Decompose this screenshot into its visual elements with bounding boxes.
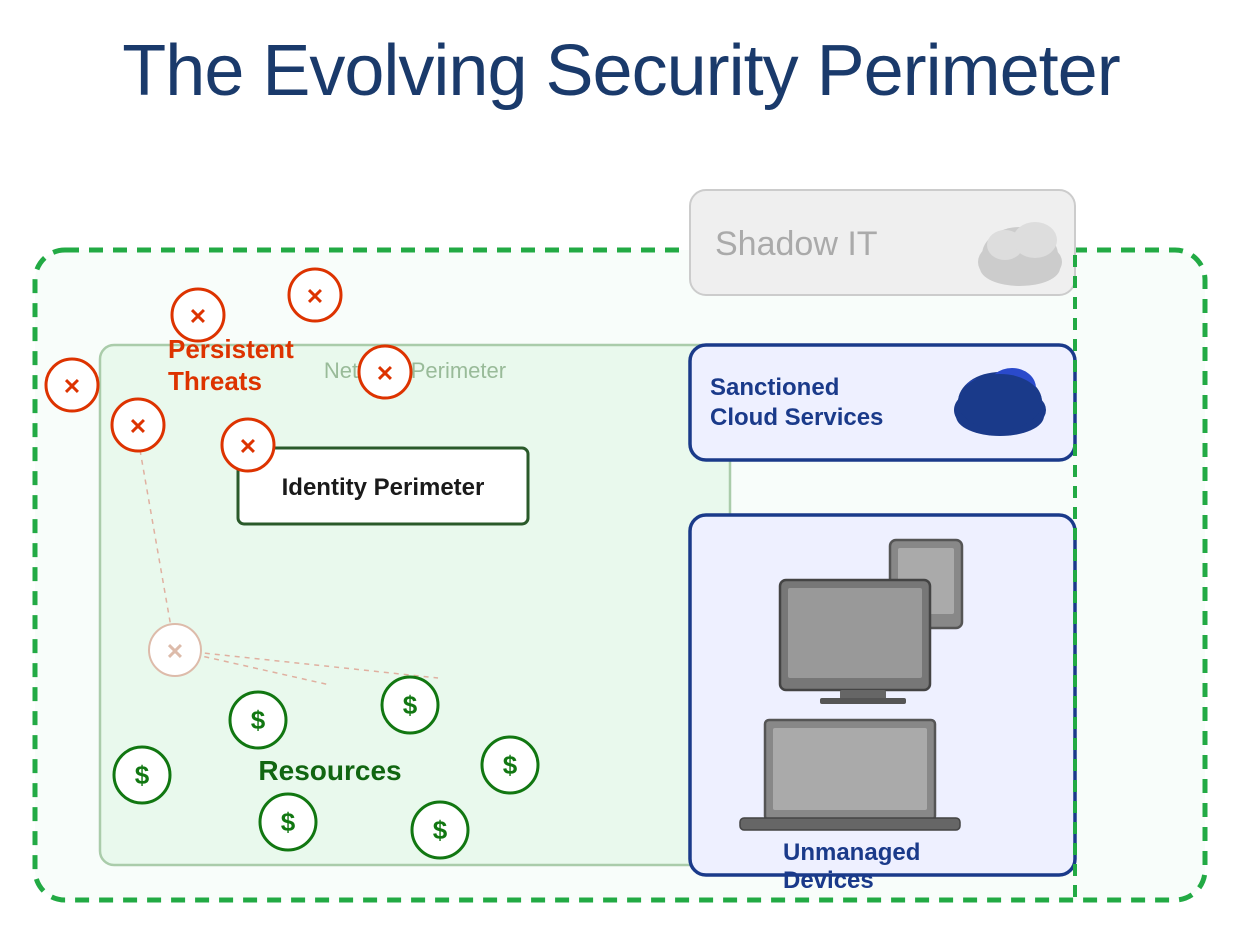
svg-text:$: $ bbox=[433, 815, 448, 845]
svg-text:$: $ bbox=[403, 690, 418, 720]
svg-text:✕: ✕ bbox=[63, 374, 81, 399]
network-perimeter-rect bbox=[100, 345, 730, 865]
svg-text:✕: ✕ bbox=[129, 414, 147, 439]
sanctioned-label-1: Sanctioned bbox=[710, 374, 839, 401]
svg-text:$: $ bbox=[281, 807, 296, 837]
svg-text:$: $ bbox=[135, 760, 150, 790]
network-perimeter-label: Network Perimeter bbox=[324, 358, 506, 383]
sanctioned-label-2: Cloud Services bbox=[710, 404, 883, 431]
svg-text:✕: ✕ bbox=[306, 284, 324, 309]
page-title: The Evolving Security Perimeter bbox=[0, 0, 1242, 132]
svg-text:$: $ bbox=[251, 705, 266, 735]
svg-text:✕: ✕ bbox=[189, 304, 207, 329]
svg-text:✕: ✕ bbox=[239, 434, 257, 459]
resources-label: Resources bbox=[258, 755, 401, 786]
unmanaged-label-2: Devices bbox=[783, 867, 874, 894]
unmanaged-label-1: Unmanaged bbox=[783, 839, 920, 866]
diagram-svg: Network Perimeter Identity Perimeter ✕ $… bbox=[20, 130, 1225, 920]
page-container: The Evolving Security Perimeter Network … bbox=[0, 0, 1242, 932]
svg-text:✕: ✕ bbox=[376, 361, 394, 386]
shadow-it-label: Shadow IT bbox=[715, 225, 878, 263]
svg-text:$: $ bbox=[503, 750, 518, 780]
persistent-threats-label-2: Threats bbox=[168, 366, 262, 396]
svg-text:✕: ✕ bbox=[166, 639, 184, 664]
identity-perimeter-label: Identity Perimeter bbox=[282, 474, 485, 501]
persistent-threats-label: Persistent bbox=[168, 334, 294, 364]
